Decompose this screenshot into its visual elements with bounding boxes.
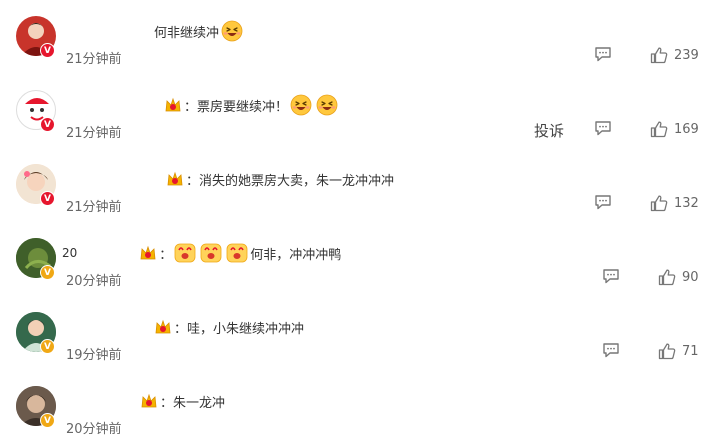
verified-badge: V <box>40 191 55 206</box>
cheering-emoji-icon <box>200 243 223 263</box>
comment-icon <box>603 343 619 358</box>
comment-icon <box>595 195 611 210</box>
comment-content: ：消失的她票房大卖，朱一龙冲冲冲 <box>164 168 394 190</box>
comment-content: 何非继续冲 <box>154 20 245 42</box>
verified-badge: V <box>40 339 55 354</box>
like-button[interactable]: 169 <box>650 120 699 138</box>
like-button[interactable]: 132 <box>650 194 699 212</box>
verified-badge: V <box>40 265 55 280</box>
comment-colon: ： <box>159 247 173 263</box>
comment-time: 21分钟前 <box>66 126 122 141</box>
reply-button[interactable] <box>602 342 620 358</box>
thumb-up-icon <box>658 343 676 360</box>
comment-content: ：哇，小朱继续冲冲冲 <box>152 316 304 338</box>
comment-icon <box>603 269 619 284</box>
thumb-up-icon <box>650 195 668 212</box>
cheering-emoji-icon <box>226 243 249 263</box>
like-button[interactable]: 239 <box>650 46 699 64</box>
reply-button[interactable] <box>594 194 612 210</box>
comment-item: V ：消失的她票房大卖，朱一龙冲冲冲 21分钟前 132 <box>0 164 720 238</box>
like-button[interactable]: 71 <box>658 342 699 360</box>
comment-time: 19分钟前 <box>66 348 122 363</box>
comment-item: V ：票房要继续冲！ 21分钟前 投诉 169 <box>0 90 720 164</box>
comment-time: 21分钟前 <box>66 200 122 215</box>
fan-crown-icon <box>140 246 156 260</box>
verified-badge: V <box>40 117 55 132</box>
comment-text: ：票房要继续冲！ <box>184 99 289 115</box>
like-count: 169 <box>674 121 699 137</box>
thumb-up-icon <box>650 121 668 138</box>
like-count: 71 <box>682 343 699 359</box>
fan-crown-icon <box>141 394 157 408</box>
reply-button[interactable] <box>594 120 612 136</box>
comment-item: V ：朱一龙冲 20分钟前 <box>0 386 720 444</box>
comment-icon <box>595 47 611 62</box>
report-button[interactable]: 投诉 <box>534 120 564 141</box>
comment-item: V 何非继续冲 21分钟前 239 <box>0 16 720 90</box>
comment-time: 20分钟前 <box>66 274 122 289</box>
comment-text: ：哇，小朱继续冲冲冲 <box>174 321 305 337</box>
verified-badge: V <box>40 43 55 58</box>
thumb-up-icon <box>650 47 668 64</box>
comment-text: 何非继续冲 <box>154 25 220 41</box>
laughing-emoji-icon <box>290 94 312 116</box>
comment-text: ：朱一龙冲 <box>160 395 226 411</box>
username-prefix: 20 <box>62 246 78 260</box>
comment-text: 何非，冲冲冲鸭 <box>250 247 342 263</box>
comment-icon <box>595 121 611 136</box>
like-count: 90 <box>682 269 699 285</box>
comment-text: ：消失的她票房大卖，朱一龙冲冲冲 <box>186 173 395 189</box>
fan-crown-icon <box>165 98 181 112</box>
reply-button[interactable] <box>594 46 612 62</box>
comment-item: V ：哇，小朱继续冲冲冲 19分钟前 71 <box>0 312 720 386</box>
comment-time: 21分钟前 <box>66 52 122 67</box>
comment-content: 20 ： 何非，冲冲冲鸭 <box>62 242 341 264</box>
fan-crown-icon <box>155 320 171 334</box>
laughing-emoji-icon <box>221 20 243 42</box>
comment-content: ：朱一龙冲 <box>138 390 225 412</box>
reply-button[interactable] <box>602 268 620 284</box>
like-count: 239 <box>674 47 699 63</box>
laughing-emoji-icon <box>316 94 338 116</box>
comment-item: V 20 ： 何非，冲冲冲鸭 20分钟前 90 <box>0 238 720 312</box>
comment-time: 20分钟前 <box>66 422 122 437</box>
verified-badge: V <box>40 413 55 428</box>
like-button[interactable]: 90 <box>658 268 699 286</box>
comment-content: ：票房要继续冲！ <box>162 94 340 116</box>
like-count: 132 <box>674 195 699 211</box>
thumb-up-icon <box>658 269 676 286</box>
fan-crown-icon <box>167 172 183 186</box>
cheering-emoji-icon <box>174 243 197 263</box>
